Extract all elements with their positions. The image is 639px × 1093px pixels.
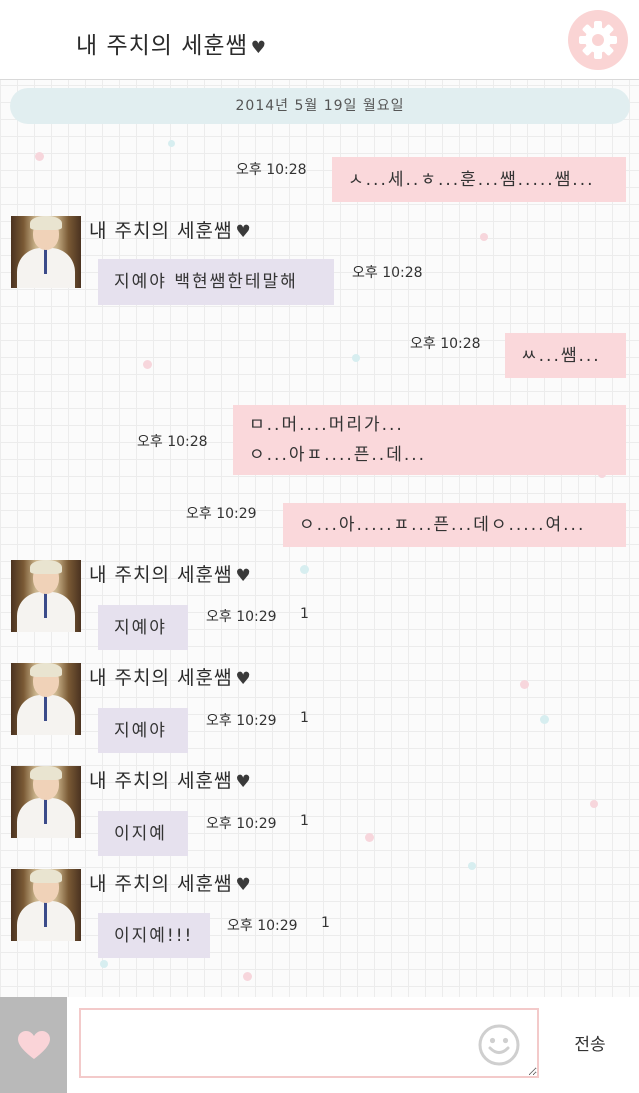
message-time: 오후 10:29 bbox=[206, 609, 277, 625]
confetti-dot bbox=[143, 360, 152, 369]
emoji-button[interactable] bbox=[478, 1024, 520, 1066]
heart-icon bbox=[17, 1031, 50, 1059]
avatar-hair bbox=[30, 869, 62, 883]
avatar-lanyard bbox=[44, 592, 47, 618]
message-text: ㅇ...아ㅍ....픈..데... bbox=[249, 445, 427, 465]
my-message-bubble[interactable]: ㅆ...쌤... bbox=[505, 333, 626, 378]
chat-header: 내 주치의 세훈쌤 ♥ bbox=[0, 0, 639, 80]
message-time: 오후 10:28 bbox=[137, 434, 208, 450]
confetti-dot bbox=[468, 862, 476, 870]
message-text: ㅅ...세..ㅎ...훈...쌤.....쌤... bbox=[348, 169, 595, 190]
message-time: 오후 10:28 bbox=[236, 162, 307, 178]
unread-count: 1 bbox=[300, 606, 309, 622]
confetti-dot bbox=[100, 960, 108, 968]
contact-name: 내 주치의 세훈쌤 ♥ bbox=[89, 766, 252, 793]
avatar-hair bbox=[30, 216, 62, 230]
message-time: 오후 10:29 bbox=[227, 918, 298, 934]
message-time: 오후 10:28 bbox=[410, 336, 481, 352]
chat-title-text: 내 주치의 세훈쌤 bbox=[76, 33, 248, 59]
message-input[interactable] bbox=[79, 1008, 539, 1078]
contact-avatar[interactable] bbox=[11, 560, 81, 632]
contact-name-text: 내 주치의 세훈쌤 bbox=[89, 873, 233, 895]
avatar-lanyard bbox=[44, 695, 47, 721]
avatar-hair bbox=[30, 663, 62, 677]
confetti-dot bbox=[300, 565, 309, 574]
contact-name: 내 주치의 세훈쌤 ♥ bbox=[89, 560, 252, 587]
message-time: 오후 10:29 bbox=[206, 816, 277, 832]
message-time: 오후 10:29 bbox=[186, 506, 257, 522]
confetti-dot bbox=[168, 140, 175, 147]
message-text: 이지예 bbox=[114, 823, 167, 844]
message-composer bbox=[0, 997, 639, 1093]
message-text: 지예야 bbox=[114, 617, 167, 638]
message-time: 오후 10:28 bbox=[352, 265, 423, 281]
message-time: 오후 10:29 bbox=[206, 713, 277, 729]
message-text: ㅁ..머....머리가... bbox=[249, 415, 404, 435]
their-message-bubble[interactable]: 이지예 bbox=[98, 811, 188, 856]
chat-title: 내 주치의 세훈쌤 ♥ bbox=[76, 26, 267, 60]
my-message-bubble[interactable]: ㅁ..머....머리가... ㅇ...아ㅍ....픈..데... bbox=[233, 405, 626, 475]
avatar-lanyard bbox=[44, 248, 47, 274]
my-message-bubble[interactable]: ㅅ...세..ㅎ...훈...쌤.....쌤... bbox=[332, 157, 626, 202]
avatar-hair bbox=[30, 766, 62, 780]
contact-name: 내 주치의 세훈쌤 ♥ bbox=[89, 216, 252, 243]
message-text: ㅇ...아.....ㅍ...픈...데ㅇ.....여... bbox=[299, 515, 586, 535]
contact-name-text: 내 주치의 세훈쌤 bbox=[89, 770, 233, 792]
unread-count: 1 bbox=[300, 813, 309, 829]
confetti-dot bbox=[520, 680, 529, 689]
avatar-lanyard bbox=[44, 901, 47, 927]
heart-button[interactable] bbox=[0, 997, 67, 1093]
heart-icon: ♥ bbox=[250, 38, 267, 58]
avatar-hair bbox=[30, 560, 62, 574]
send-button[interactable]: 전송 bbox=[562, 1030, 618, 1060]
contact-name-text: 내 주치의 세훈쌤 bbox=[89, 667, 233, 689]
contact-avatar[interactable] bbox=[11, 766, 81, 838]
their-message-bubble[interactable]: 지예야 bbox=[98, 708, 188, 753]
date-divider: 2014년 5월 19일 월요일 bbox=[10, 88, 630, 124]
contact-avatar[interactable] bbox=[11, 869, 81, 941]
settings-button[interactable] bbox=[568, 10, 628, 70]
heart-icon: ♥ bbox=[235, 772, 252, 792]
message-text: 지예야 bbox=[114, 720, 167, 741]
heart-icon: ♥ bbox=[235, 875, 252, 895]
avatar-lanyard bbox=[44, 798, 47, 824]
confetti-dot bbox=[365, 833, 374, 842]
confetti-dot bbox=[540, 715, 549, 724]
their-message-bubble[interactable]: 이지예!!! bbox=[98, 913, 210, 958]
unread-count: 1 bbox=[321, 915, 330, 931]
heart-icon: ♥ bbox=[235, 566, 252, 586]
contact-avatar[interactable] bbox=[11, 216, 81, 288]
confetti-dot bbox=[480, 233, 488, 241]
contact-name: 내 주치의 세훈쌤 ♥ bbox=[89, 869, 252, 896]
contact-avatar[interactable] bbox=[11, 663, 81, 735]
their-message-bubble[interactable]: 지예야 bbox=[98, 605, 188, 650]
heart-icon: ♥ bbox=[235, 669, 252, 689]
message-text: 지예야 백현쌤한테말해 bbox=[114, 272, 298, 292]
message-text: 이지예!!! bbox=[114, 925, 194, 946]
confetti-dot bbox=[35, 152, 44, 161]
confetti-dot bbox=[590, 800, 598, 808]
heart-icon: ♥ bbox=[235, 222, 252, 242]
contact-name: 내 주치의 세훈쌤 ♥ bbox=[89, 663, 252, 690]
unread-count: 1 bbox=[300, 710, 309, 726]
their-message-bubble[interactable]: 지예야 백현쌤한테말해 bbox=[98, 259, 334, 305]
confetti-dot bbox=[243, 972, 252, 981]
my-message-bubble[interactable]: ㅇ...아.....ㅍ...픈...데ㅇ.....여... bbox=[283, 503, 626, 547]
message-text: ㅆ...쌤... bbox=[521, 345, 601, 366]
confetti-dot bbox=[352, 354, 360, 362]
gear-icon bbox=[579, 21, 617, 59]
smiley-icon bbox=[478, 1024, 520, 1066]
contact-name-text: 내 주치의 세훈쌤 bbox=[89, 564, 233, 586]
contact-name-text: 내 주치의 세훈쌤 bbox=[89, 220, 233, 242]
